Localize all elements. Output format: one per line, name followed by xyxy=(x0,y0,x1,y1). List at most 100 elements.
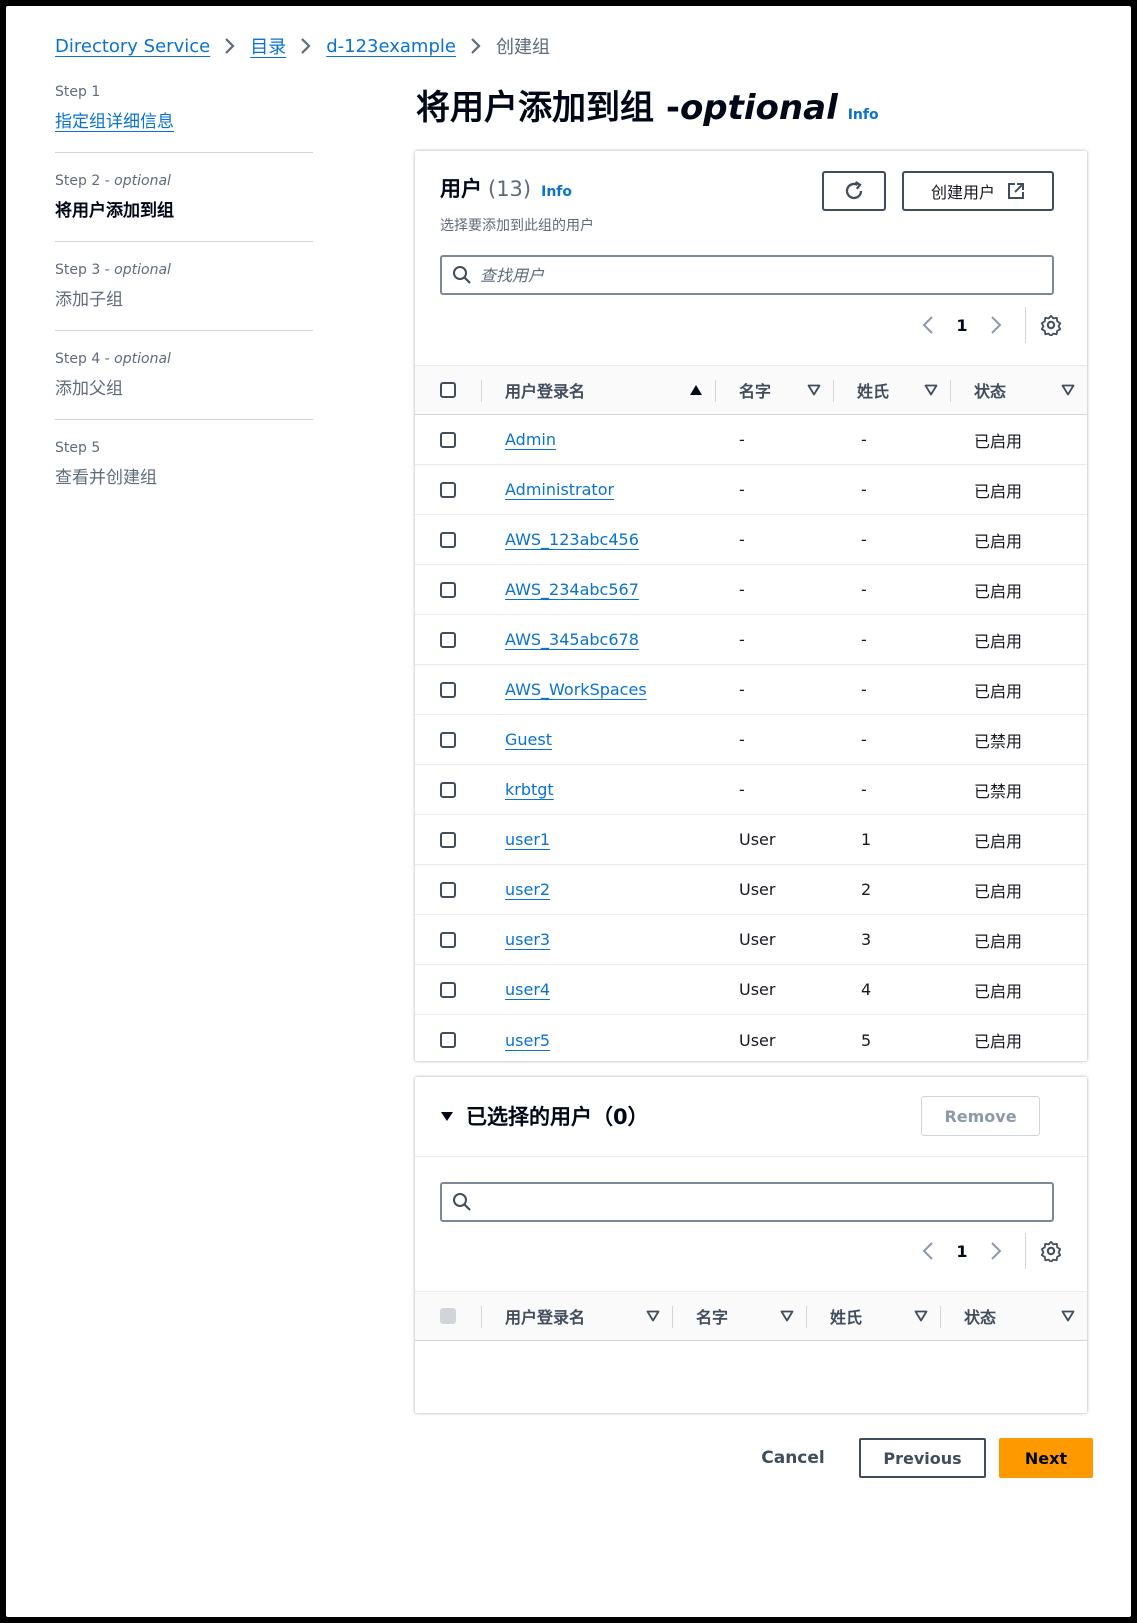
row-checkbox[interactable] xyxy=(440,581,456,598)
user-login-link[interactable]: Guest xyxy=(505,730,552,749)
user-login-link[interactable]: user2 xyxy=(505,880,550,899)
table-row: AWS_234abc567 - - 已启用 xyxy=(415,565,1087,615)
row-checkbox[interactable] xyxy=(440,881,456,898)
page-title-text: 将用户添加到组 - xyxy=(416,88,680,128)
step-optional-label: - optional xyxy=(100,173,171,189)
breadcrumb-directories[interactable]: 目录 xyxy=(250,33,286,59)
wizard-step-1-link[interactable]: 指定组详细信息 xyxy=(55,107,313,132)
previous-button[interactable]: Previous xyxy=(859,1438,986,1478)
chevron-left-icon[interactable] xyxy=(911,1241,945,1261)
selected-pagination: 1 xyxy=(911,1232,1062,1270)
user-status: 已启用 xyxy=(974,1032,1023,1051)
row-checkbox[interactable] xyxy=(440,431,456,448)
wizard-step-5: Step 5 查看并创建组 xyxy=(55,420,313,508)
selected-table-header: 用户登录名 名字 姓氏 状态 xyxy=(415,1291,1087,1341)
pagination-divider xyxy=(1025,307,1026,343)
row-checkbox[interactable] xyxy=(440,1032,456,1048)
page-info-link[interactable]: Info xyxy=(848,107,879,123)
gear-icon[interactable] xyxy=(1040,314,1062,336)
row-checkbox[interactable] xyxy=(440,931,456,948)
breadcrumb-directory-id[interactable]: d-123example xyxy=(326,36,456,57)
row-checkbox[interactable] xyxy=(440,831,456,848)
column-header-first-name[interactable]: 名字 xyxy=(672,1292,806,1340)
cancel-button[interactable]: Cancel xyxy=(742,1438,844,1478)
row-checkbox[interactable] xyxy=(440,981,456,998)
user-login-link[interactable]: user3 xyxy=(505,930,550,949)
column-header-label: 状态 xyxy=(964,1308,997,1327)
step-label: Step 5 xyxy=(55,440,101,456)
chevron-right-icon xyxy=(470,37,482,55)
users-search-input[interactable] xyxy=(480,265,1040,285)
row-checkbox[interactable] xyxy=(440,481,456,498)
user-last-name: - xyxy=(861,780,867,799)
pagination-divider xyxy=(1025,1233,1026,1269)
user-login-link[interactable]: user4 xyxy=(505,980,550,999)
wizard-steps: Step 1 指定组详细信息 Step 2 - optional 将用户添加到组… xyxy=(55,76,313,508)
selected-page-number[interactable]: 1 xyxy=(945,1242,979,1261)
breadcrumb-directory-service[interactable]: Directory Service xyxy=(55,36,210,57)
user-status: 已启用 xyxy=(974,831,1023,851)
select-all-checkbox xyxy=(440,1308,456,1324)
column-header-login[interactable]: 用户登录名 xyxy=(481,1292,672,1340)
user-status: 已启用 xyxy=(974,881,1023,901)
users-search-field[interactable] xyxy=(440,255,1054,295)
user-status: 已启用 xyxy=(974,631,1023,651)
wizard-step-5-title: 查看并创建组 xyxy=(55,468,157,488)
row-checkbox[interactable] xyxy=(440,631,456,648)
user-login-link[interactable]: AWS_WorkSpaces xyxy=(505,680,647,699)
user-login-link[interactable]: Admin xyxy=(505,430,556,449)
users-panel: 用户 (13) Info 选择要添加到此组的用户 创建用户 1 xyxy=(415,151,1087,1061)
column-header-status[interactable]: 状态 xyxy=(940,1292,1087,1340)
user-login-link[interactable]: AWS_345abc678 xyxy=(505,630,639,649)
selected-search-input[interactable] xyxy=(480,1192,1040,1212)
user-login-link[interactable]: AWS_123abc456 xyxy=(505,530,639,549)
users-page-number[interactable]: 1 xyxy=(945,316,979,335)
select-all-checkbox[interactable] xyxy=(440,382,456,398)
user-last-name: - xyxy=(861,680,867,699)
user-login-link[interactable]: user1 xyxy=(505,830,550,849)
users-panel-header: 用户 (13) Info 选择要添加到此组的用户 xyxy=(440,173,594,235)
next-button[interactable]: Next xyxy=(999,1438,1093,1478)
table-row: user4 User 4 已启用 xyxy=(415,965,1087,1015)
table-row: Guest - - 已禁用 xyxy=(415,715,1087,765)
user-last-name: - xyxy=(861,730,867,749)
user-last-name: - xyxy=(861,580,867,599)
table-row: user2 User 2 已启用 xyxy=(415,865,1087,915)
user-first-name: - xyxy=(739,430,745,449)
user-login-link[interactable]: AWS_234abc567 xyxy=(505,580,639,599)
sort-descending-icon xyxy=(1061,1310,1075,1322)
selected-search-field[interactable] xyxy=(440,1182,1054,1222)
gear-icon[interactable] xyxy=(1040,1240,1062,1262)
column-header-last-name[interactable]: 姓氏 xyxy=(833,366,950,414)
row-checkbox[interactable] xyxy=(440,781,456,798)
user-first-name: - xyxy=(739,530,745,549)
step-label: Step 4 xyxy=(55,351,101,367)
user-login-link[interactable]: user5 xyxy=(505,1031,550,1050)
users-info-link[interactable]: Info xyxy=(541,184,572,200)
row-checkbox[interactable] xyxy=(440,531,456,548)
create-user-button[interactable]: 创建用户 xyxy=(902,171,1054,211)
users-panel-title: 用户 xyxy=(440,177,482,201)
column-header-first-name[interactable]: 名字 xyxy=(715,366,833,414)
user-login-link[interactable]: krbtgt xyxy=(505,780,554,799)
column-header-status[interactable]: 状态 xyxy=(950,366,1087,414)
chevron-right-icon xyxy=(224,37,236,55)
chevron-left-icon[interactable] xyxy=(911,315,945,335)
users-pagination: 1 xyxy=(911,306,1062,344)
column-header-label: 姓氏 xyxy=(830,1308,863,1327)
table-row: krbtgt - - 已禁用 xyxy=(415,765,1087,815)
user-login-link[interactable]: Administrator xyxy=(505,480,614,499)
refresh-button[interactable] xyxy=(822,171,886,211)
column-header-last-name[interactable]: 姓氏 xyxy=(806,1292,940,1340)
user-status: 已禁用 xyxy=(974,731,1023,751)
user-last-name: 5 xyxy=(861,1030,872,1050)
user-status: 已启用 xyxy=(974,931,1023,951)
chevron-right-icon[interactable] xyxy=(979,315,1013,335)
users-table-header: 用户登录名 名字 姓氏 状态 xyxy=(415,365,1087,415)
selected-users-toggle[interactable]: 已选择的用户（0） xyxy=(440,1101,649,1131)
row-checkbox[interactable] xyxy=(440,731,456,748)
app-window: Directory Service 目录 d-123example 创建组 St… xyxy=(6,6,1131,1617)
row-checkbox[interactable] xyxy=(440,681,456,698)
column-header-login[interactable]: 用户登录名 xyxy=(481,366,715,414)
chevron-right-icon[interactable] xyxy=(979,1241,1013,1261)
